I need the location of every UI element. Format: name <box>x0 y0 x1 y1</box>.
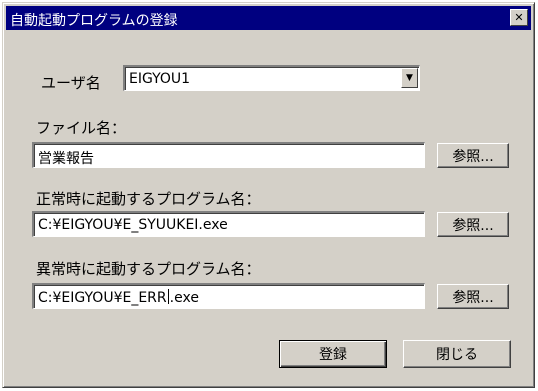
close-button[interactable]: 閉じる <box>403 340 511 368</box>
user-name-value: EIGYOU1 <box>129 71 191 87</box>
file-browse-label: 参照... <box>452 148 494 165</box>
user-name-combobox[interactable]: EIGYOU1 ▼ <box>123 65 420 91</box>
error-program-browse-label: 参照... <box>452 289 494 306</box>
normal-program-browse-label: 参照... <box>452 217 494 234</box>
normal-program-browse-button[interactable]: 参照... <box>437 212 509 237</box>
error-program-browse-button[interactable]: 参照... <box>437 284 509 309</box>
file-name-input[interactable]: 営業報告 <box>32 142 425 168</box>
register-button[interactable]: 登録 <box>279 340 387 368</box>
normal-program-value: C:¥EIGYOU¥E_SYUUKEI.exe <box>38 217 228 233</box>
user-name-label: ユーザ名 <box>41 74 101 92</box>
close-icon: ✕ <box>514 11 524 24</box>
chevron-down-icon: ▼ <box>406 73 413 83</box>
close-window-button[interactable]: ✕ <box>510 9 528 26</box>
normal-program-label: 正常時に起動するプログラム名： <box>36 190 261 208</box>
file-name-value: 営業報告 <box>38 151 94 167</box>
user-dropdown-button[interactable]: ▼ <box>401 68 418 88</box>
error-program-label: 異常時に起動するプログラム名： <box>36 260 261 278</box>
window-title: 自動起動プログラムの登録 <box>10 13 178 29</box>
file-browse-button[interactable]: 参照... <box>437 143 509 168</box>
close-button-label: 閉じる <box>436 347 478 363</box>
error-program-value-head: C:¥EIGYOU¥E_ERR <box>38 290 167 306</box>
title-bar[interactable]: 自動起動プログラムの登録 ✕ <box>6 6 531 30</box>
register-button-label: 登録 <box>319 347 347 363</box>
error-program-input[interactable]: C:¥EIGYOU¥E_ERR .exe <box>32 283 425 309</box>
normal-program-input[interactable]: C:¥EIGYOU¥E_SYUUKEI.exe <box>32 211 425 237</box>
register-autostart-dialog: 自動起動プログラムの登録 ✕ ユーザ名 EIGYOU1 ▼ ファイル名： 営業報… <box>2 2 535 388</box>
file-name-label: ファイル名： <box>36 119 127 137</box>
text-caret <box>167 289 169 304</box>
error-program-value-tail: .exe <box>169 290 199 306</box>
